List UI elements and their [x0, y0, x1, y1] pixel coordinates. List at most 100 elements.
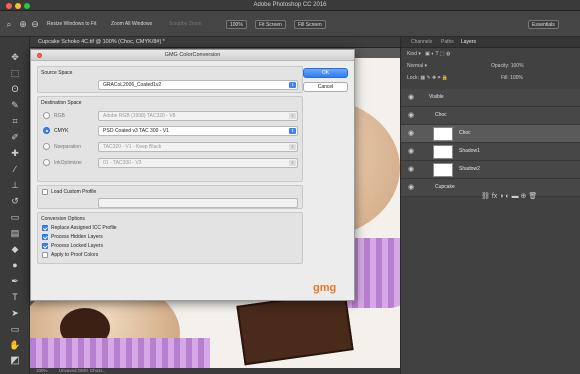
nseparation-radio[interactable]	[43, 143, 50, 150]
layer-row[interactable]: ◉ Visible	[401, 89, 580, 107]
app-title: Adobe Photoshop CC 2016	[253, 2, 327, 8]
conversion-options-label: Conversion Options	[41, 216, 85, 222]
eye-icon[interactable]: ◉	[408, 183, 414, 191]
source-space-group: Source Space GRACoL2006_Coated1v2 ⇕	[37, 66, 303, 93]
tab-layers[interactable]: Layers	[461, 39, 476, 45]
resize-windows-checkbox[interactable]: Resize Windows to Fit	[44, 20, 99, 29]
chevron-updown-icon: ⇕	[289, 82, 296, 88]
history-brush-tool-icon[interactable]: ↺	[9, 195, 21, 207]
blur-tool-icon[interactable]: ◆	[9, 243, 21, 255]
custom-profile-field[interactable]	[98, 198, 298, 208]
process-hidden-checkbox[interactable]	[42, 234, 48, 240]
fill-field[interactable]: Fill: 100%	[501, 74, 523, 83]
ok-button[interactable]: OK	[303, 68, 348, 78]
rgb-profile-select[interactable]: Adobe RGB (1998) TAC320 - V8 ⇕	[98, 111, 298, 121]
dialog-close-icon[interactable]	[37, 53, 42, 58]
zoom-in-icon[interactable]: ⊕	[18, 19, 28, 29]
chevron-updown-icon: ⇕	[289, 128, 296, 134]
healing-brush-tool-icon[interactable]: ✚	[9, 147, 21, 159]
nseparation-label: Nseparation	[54, 144, 81, 150]
layer-name: Choc	[435, 112, 447, 118]
cmyk-radio[interactable]	[43, 127, 50, 134]
type-tool-icon[interactable]: T	[9, 291, 21, 303]
workspace-switcher[interactable]: Essentials	[528, 20, 559, 29]
cmyk-label: CMYK	[54, 128, 69, 134]
fit-screen-button[interactable]: Fit Screen	[255, 20, 286, 29]
pen-tool-icon[interactable]: ✒	[9, 275, 21, 287]
brush-tool-icon[interactable]: ∕	[9, 163, 21, 175]
document-tab-title: Cupcake Schoko 4C.tif @ 100% (Choc, CMYK…	[38, 39, 165, 45]
path-selection-tool-icon[interactable]: ➤	[9, 307, 21, 319]
zoom-all-windows-checkbox[interactable]: Zoom All Windows	[108, 20, 155, 29]
eraser-tool-icon[interactable]: ▭	[9, 211, 21, 223]
process-hidden-label: Process Hidden Layers	[51, 234, 103, 240]
custom-profile-group: Load Custom Profile	[37, 185, 303, 209]
tab-paths[interactable]: Paths	[441, 39, 454, 45]
gmg-logo: gmg	[313, 282, 337, 294]
lasso-tool-icon[interactable]: ʘ	[9, 83, 21, 95]
inkoptimizer-label: InkOptimizer	[54, 160, 83, 166]
layer-thumbnail	[433, 145, 453, 159]
zoom-100-button[interactable]: 100%	[226, 20, 247, 29]
filter-kind[interactable]: Kind ▾ ▣ ◐ T ⬚ ◍	[407, 50, 450, 59]
zoom-out-icon[interactable]: ⊖	[30, 19, 40, 29]
eye-icon[interactable]: ◉	[408, 147, 414, 155]
replace-icc-label: Replace Assigned ICC Profile	[51, 225, 117, 231]
conversion-options-group: Conversion Options Replace Assigned ICC …	[37, 212, 303, 264]
dialog-title: GMG ColorConversion	[164, 52, 221, 58]
blend-mode-select[interactable]: Normal ▾	[407, 62, 427, 71]
options-bar: ⌕ ⊕ ⊖ Resize Windows to Fit Zoom All Win…	[0, 11, 580, 37]
quick-select-tool-icon[interactable]: ✎	[9, 99, 21, 111]
shape-tool-icon[interactable]: ▭	[9, 323, 21, 335]
move-tool-icon[interactable]: ✥	[9, 51, 21, 63]
dodge-tool-icon[interactable]: ●	[9, 259, 21, 271]
clone-stamp-tool-icon[interactable]: ⊥	[9, 179, 21, 191]
rgb-label: RGB	[54, 113, 65, 119]
layer-name: Visible	[429, 94, 444, 100]
source-profile-select[interactable]: GRACoL2006_Coated1v2 ⇕	[98, 80, 298, 90]
fill-screen-button[interactable]: Fill Screen	[294, 20, 326, 29]
crop-tool-icon[interactable]: ⌗	[9, 115, 21, 127]
gmg-colorconversion-dialog: GMG ColorConversion Source Space GRACoL2…	[30, 49, 355, 301]
rgb-radio[interactable]	[43, 112, 50, 119]
scrubby-zoom-checkbox[interactable]: Scrubby Zoom	[166, 20, 205, 29]
zoom-tool-icon[interactable]: ⌕	[4, 19, 14, 29]
layer-row[interactable]: ◉ Choc	[401, 107, 580, 125]
eye-icon[interactable]: ◉	[408, 111, 414, 119]
chevron-updown-icon: ⇕	[289, 113, 296, 119]
load-custom-profile-checkbox[interactable]	[42, 189, 48, 195]
layer-row[interactable]: ◉ Shadow1	[401, 143, 580, 161]
destination-space-group: Destination Space RGB Adobe RGB (1998) T…	[37, 96, 303, 182]
color-swatches-icon[interactable]: ◩	[9, 355, 21, 367]
inkoptimizer-radio[interactable]	[43, 159, 50, 166]
eyedropper-tool-icon[interactable]: ✐	[9, 131, 21, 143]
layer-name: Shadow2	[459, 166, 480, 172]
panel-tabs: Channels Paths Layers	[401, 37, 580, 48]
eye-icon[interactable]: ◉	[408, 129, 414, 137]
eye-icon[interactable]: ◉	[408, 93, 414, 101]
inkoptimizer-profile-select[interactable]: 01 - TAC300 - V3 ⇕	[98, 158, 298, 168]
nseparation-profile-select[interactable]: TAC320 - V1 - Keep Black ⇕	[98, 142, 298, 152]
liner-left	[30, 338, 210, 368]
layer-thumbnail	[433, 127, 453, 141]
destination-space-label: Destination Space	[41, 100, 82, 106]
cancel-button[interactable]: Cancel	[303, 82, 348, 92]
tools-panel: ✥ ⬚ ʘ ✎ ⌗ ✐ ✚ ∕ ⊥ ↺ ▭ ▤ ◆ ● ✒ T ➤ ▭ ✋ ◩	[0, 37, 30, 374]
layer-name: Cupcake	[435, 184, 455, 190]
layer-row-selected[interactable]: ◉ Choc	[401, 125, 580, 143]
apply-proof-colors-checkbox[interactable]	[42, 252, 48, 258]
opacity-field[interactable]: Opacity: 100%	[491, 62, 524, 71]
marquee-tool-icon[interactable]: ⬚	[9, 67, 21, 79]
eye-icon[interactable]: ◉	[408, 165, 414, 173]
hand-tool-icon[interactable]: ✋	[9, 339, 21, 351]
process-locked-checkbox[interactable]	[42, 243, 48, 249]
layer-actions[interactable]: ⛓ fx ◑ ◐ ▬ ⊕ 🗑	[481, 192, 537, 201]
chevron-updown-icon: ⇕	[289, 160, 296, 166]
replace-icc-checkbox[interactable]	[42, 225, 48, 231]
cmyk-profile-select[interactable]: PSO Coated v3 TAC 300 - V1 ⇕	[98, 126, 298, 136]
document-tab[interactable]: Cupcake Schoko 4C.tif @ 100% (Choc, CMYK…	[30, 37, 400, 48]
source-space-label: Source Space	[41, 70, 73, 76]
tab-channels[interactable]: Channels	[411, 39, 432, 45]
gradient-tool-icon[interactable]: ▤	[9, 227, 21, 239]
layer-row[interactable]: ◉ Shadow2	[401, 161, 580, 179]
